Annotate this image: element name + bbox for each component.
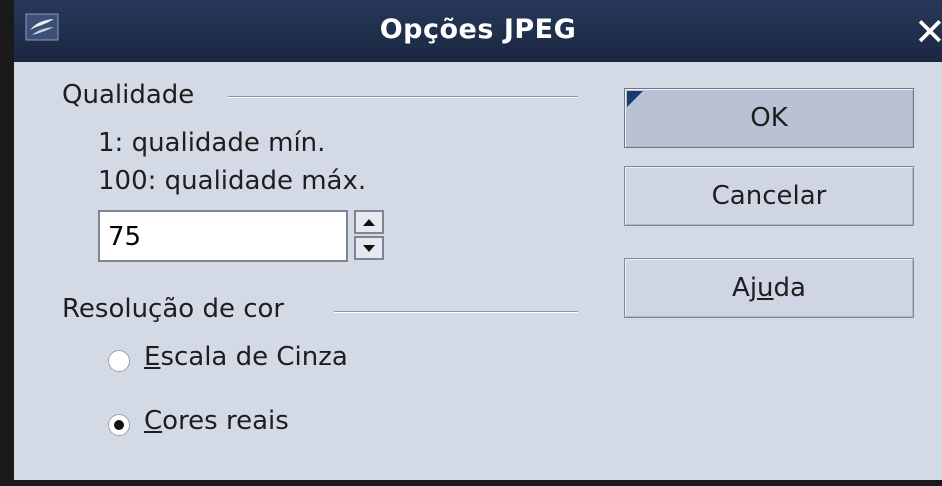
help-label-rest: da [773,273,806,303]
jpeg-options-dialog: Opções JPEG ✕ Qualidade 1: qualidade mín… [0,0,942,486]
radio-true-colors-label[interactable]: Cores reais [144,406,289,436]
grayscale-mnemonic: E [144,342,161,372]
quality-input[interactable]: 75 [98,210,348,262]
title-bar[interactable]: Opções JPEG ✕ [14,0,942,62]
ok-button-label: OK [750,103,788,133]
spin-down-button[interactable] [354,236,384,260]
color-group-separator [334,311,578,313]
help-button[interactable]: Ajuda [624,258,914,318]
color-group-title: Resolução de cor [62,294,297,324]
radio-grayscale-label[interactable]: Escala de Cinza [144,342,348,372]
close-icon[interactable]: ✕ [914,12,942,52]
spin-up-button[interactable] [354,210,384,234]
arrow-down-icon [363,245,375,252]
ok-button[interactable]: OK [624,88,914,148]
radio-grayscale[interactable] [108,350,130,372]
quality-group-separator [228,96,578,98]
help-mnemonic: u [757,273,774,303]
cancel-button[interactable]: Cancelar [624,166,914,226]
quality-group-title: Qualidade [62,80,207,110]
default-button-indicator [627,91,643,107]
window-title: Opções JPEG [379,14,577,45]
help-label-prefix: Aj [732,273,758,303]
true-colors-mnemonic: C [144,406,163,436]
radio-true-colors[interactable] [108,414,130,436]
cancel-button-label: Cancelar [711,181,827,211]
grayscale-label-rest: scala de Cinza [160,342,348,372]
quality-hint-max: 100: qualidade máx. [98,166,367,196]
true-colors-label-rest: ores reais [162,406,289,436]
quality-hint-min: 1: qualidade mín. [98,128,326,158]
arrow-up-icon [363,219,375,226]
